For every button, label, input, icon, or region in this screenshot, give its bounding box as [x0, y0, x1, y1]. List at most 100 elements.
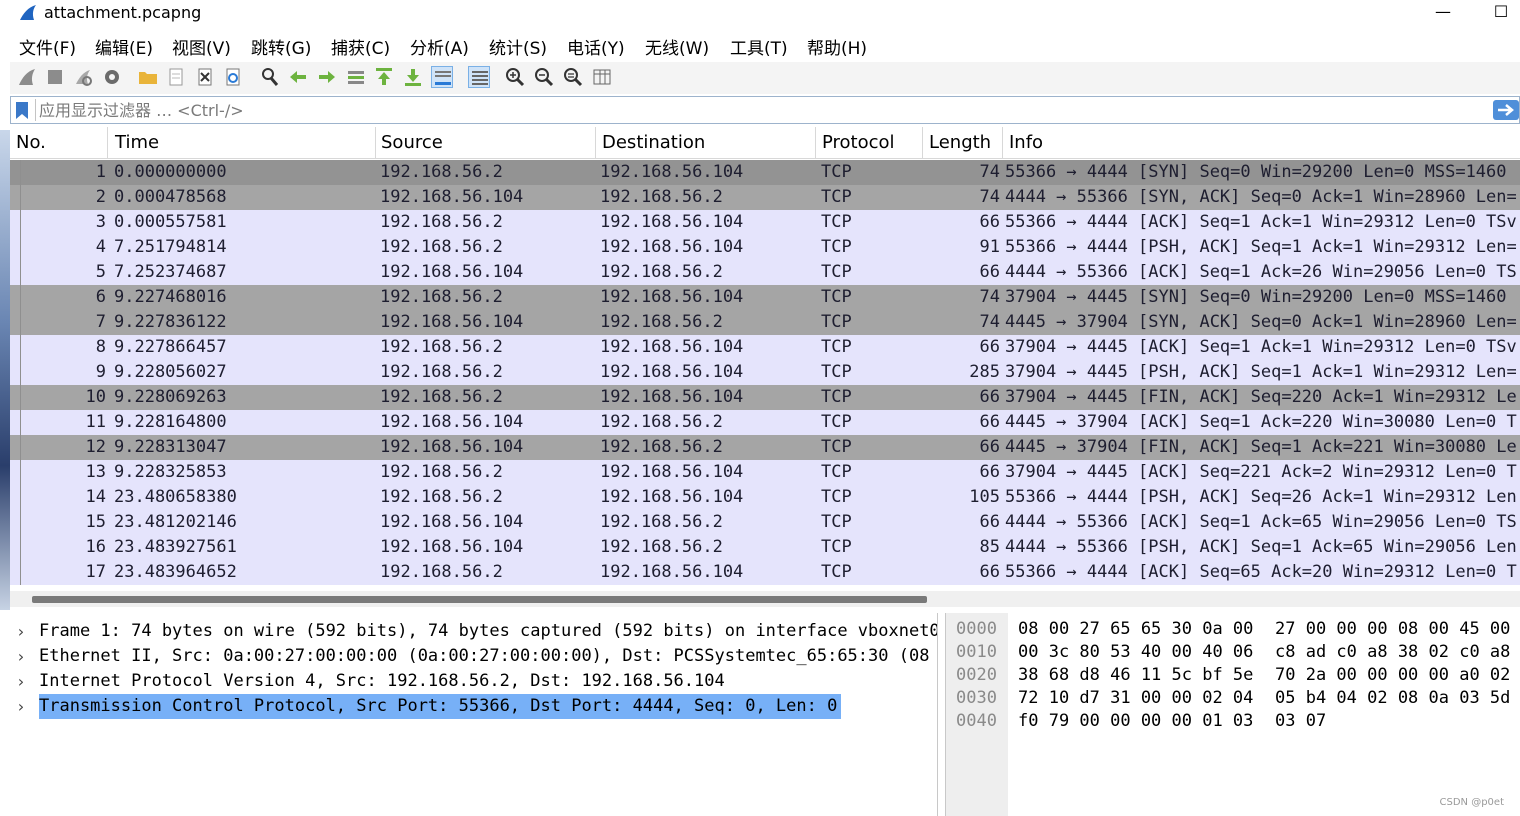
- close-file-icon[interactable]: [194, 66, 216, 88]
- shark-start-icon[interactable]: [16, 66, 38, 88]
- hex-bytes[interactable]: 70 2a 00 00 00 00 a0 02: [1275, 664, 1510, 687]
- zoom-out-icon[interactable]: [533, 66, 555, 88]
- packet-list-hscrollbar[interactable]: [10, 591, 1520, 607]
- cell-info: 55366 → 4444 [PSH, ACK] Seq=1 Ack=1 Win=…: [1005, 237, 1517, 257]
- apply-filter-button[interactable]: [1493, 100, 1519, 120]
- packet-bytes-pane[interactable]: 0000 08 00 27 65 65 30 0a 00 27 00 00 00…: [945, 613, 1520, 816]
- packet-row[interactable]: 5 7.252374687 192.168.56.104 192.168.56.2 TC…: [10, 260, 1520, 285]
- cell-time: 0.000478568: [114, 187, 227, 207]
- zoom-reset-icon[interactable]: [562, 66, 584, 88]
- expand-chevron-icon[interactable]: ›: [16, 644, 26, 669]
- cell-protocol: TCP: [821, 187, 852, 207]
- cell-source: 192.168.56.104: [380, 187, 524, 207]
- packet-row[interactable]: 1 0.000000000 192.168.56.2 192.168.56.104 TC…: [10, 160, 1520, 185]
- menu-view[interactable]: 视图(V): [172, 34, 231, 59]
- maximize-button[interactable]: ☐: [1490, 2, 1512, 24]
- cell-length: 74: [979, 162, 1000, 182]
- hex-bytes[interactable]: 38 68 d8 46 11 5c bf 5e: [1018, 664, 1253, 687]
- menu-edit[interactable]: 编辑(E): [95, 34, 153, 59]
- hex-bytes[interactable]: c8 ad c0 a8 38 02 c0 a8: [1275, 641, 1510, 664]
- packet-row[interactable]: 7 9.227836122 192.168.56.104 192.168.56.2 TC…: [10, 310, 1520, 335]
- cell-no: 12: [85, 437, 106, 457]
- column-header-length[interactable]: Length: [923, 127, 1003, 159]
- menu-bar: 文件(F) 编辑(E) 视图(V) 跳转(G) 捕获(C) 分析(A) 统计(S…: [0, 30, 1520, 60]
- forward-arrow-icon[interactable]: [316, 66, 338, 88]
- menu-capture[interactable]: 捕获(C): [331, 34, 390, 59]
- detail-frame[interactable]: › Frame 1: 74 bytes on wire (592 bits), …: [10, 619, 937, 644]
- restart-icon[interactable]: [72, 66, 94, 88]
- menu-go[interactable]: 跳转(G): [251, 34, 311, 59]
- cell-destination: 192.168.56.104: [600, 562, 744, 582]
- packet-row[interactable]: 10 9.228069263 192.168.56.2 192.168.56.104 T…: [10, 385, 1520, 410]
- bytes-row: 0040 f0 79 00 00 00 00 01 03 03 07: [946, 710, 1520, 733]
- detail-ipv4[interactable]: › Internet Protocol Version 4, Src: 192.…: [10, 669, 937, 694]
- menu-help[interactable]: 帮助(H): [807, 34, 867, 59]
- packet-row[interactable]: 15 23.481202146 192.168.56.104 192.168.56.2…: [10, 510, 1520, 535]
- menu-statistics[interactable]: 统计(S): [489, 34, 547, 59]
- menu-file[interactable]: 文件(F): [19, 34, 76, 59]
- packet-row[interactable]: 11 9.228164800 192.168.56.104 192.168.56.2 T…: [10, 410, 1520, 435]
- column-header-time[interactable]: Time: [109, 127, 376, 159]
- packet-row[interactable]: 17 23.483964652 192.168.56.2 192.168.56.104…: [10, 560, 1520, 585]
- expand-chevron-icon[interactable]: ›: [16, 669, 26, 694]
- column-header-info[interactable]: Info: [1003, 127, 1520, 159]
- first-packet-icon[interactable]: [373, 66, 395, 88]
- column-header-source[interactable]: Source: [375, 127, 596, 159]
- cell-destination: 192.168.56.104: [600, 387, 744, 407]
- hex-bytes[interactable]: f0 79 00 00 00 00 01 03: [1018, 710, 1253, 733]
- packet-row[interactable]: 12 9.228313047 192.168.56.104 192.168.56.2 T…: [10, 435, 1520, 460]
- packet-list[interactable]: No. Time Source Destination Protocol Len…: [10, 127, 1520, 589]
- expand-chevron-icon[interactable]: ›: [16, 694, 26, 719]
- packet-details-pane[interactable]: › Frame 1: 74 bytes on wire (592 bits), …: [10, 613, 938, 816]
- packet-row[interactable]: 9 9.228056027 192.168.56.2 192.168.56.104 TC…: [10, 360, 1520, 385]
- cell-length: 66: [979, 512, 1000, 532]
- cell-source: 192.168.56.104: [380, 537, 524, 557]
- menu-analyze[interactable]: 分析(A): [410, 34, 469, 59]
- packet-row[interactable]: 8 9.227866457 192.168.56.2 192.168.56.104 TC…: [10, 335, 1520, 360]
- minimize-button[interactable]: —: [1432, 2, 1454, 24]
- column-header-destination[interactable]: Destination: [596, 127, 816, 159]
- cell-source: 192.168.56.2: [380, 212, 503, 232]
- hex-bytes[interactable]: 27 00 00 00 08 00 45 00: [1275, 618, 1510, 641]
- expand-chevron-icon[interactable]: ›: [16, 619, 26, 644]
- goto-packet-icon[interactable]: [345, 66, 367, 88]
- packet-row[interactable]: 2 0.000478568 192.168.56.104 192.168.56.2 TC…: [10, 185, 1520, 210]
- scrollbar-thumb[interactable]: [32, 596, 927, 603]
- menu-tools[interactable]: 工具(T): [730, 34, 788, 59]
- save-file-icon[interactable]: [165, 66, 187, 88]
- packet-row[interactable]: 3 0.000557581 192.168.56.2 192.168.56.104 TC…: [10, 210, 1520, 235]
- display-filter-input[interactable]: [39, 98, 1479, 122]
- colorize-icon[interactable]: [468, 66, 490, 88]
- reload-icon[interactable]: [222, 66, 244, 88]
- stop-icon[interactable]: [44, 66, 66, 88]
- menu-wireless[interactable]: 无线(W): [645, 34, 709, 59]
- column-header-protocol[interactable]: Protocol: [816, 127, 923, 159]
- bookmark-icon[interactable]: [15, 101, 29, 120]
- packet-row[interactable]: 4 7.251794814 192.168.56.2 192.168.56.104 TC…: [10, 235, 1520, 260]
- packet-row[interactable]: 6 9.227468016 192.168.56.2 192.168.56.104 TC…: [10, 285, 1520, 310]
- open-folder-icon[interactable]: [137, 66, 159, 88]
- hex-bytes[interactable]: 08 00 27 65 65 30 0a 00: [1018, 618, 1253, 641]
- zoom-in-icon[interactable]: [504, 66, 526, 88]
- hex-bytes[interactable]: 00 3c 80 53 40 00 40 06: [1018, 641, 1253, 664]
- packet-row[interactable]: 14 23.480658380 192.168.56.2 192.168.56.104…: [10, 485, 1520, 510]
- cell-length: 66: [979, 337, 1000, 357]
- detail-tcp[interactable]: › Transmission Control Protocol, Src Por…: [10, 694, 937, 719]
- hex-bytes[interactable]: 05 b4 04 02 08 0a 03 5d: [1275, 687, 1510, 710]
- hex-bytes[interactable]: 03 07: [1275, 710, 1326, 733]
- menu-telephony[interactable]: 电话(Y): [567, 34, 625, 59]
- autoscroll-icon[interactable]: [431, 66, 453, 88]
- hex-bytes[interactable]: 72 10 d7 31 00 00 02 04: [1018, 687, 1253, 710]
- find-icon[interactable]: [259, 66, 281, 88]
- bytes-row: 0000 08 00 27 65 65 30 0a 00 27 00 00 00…: [946, 618, 1520, 641]
- column-header-no[interactable]: No.: [10, 127, 108, 159]
- filter-separator: [35, 99, 36, 121]
- last-packet-icon[interactable]: [402, 66, 424, 88]
- resize-columns-icon[interactable]: [591, 66, 613, 88]
- options-gear-icon[interactable]: [101, 66, 123, 88]
- cell-length: 66: [979, 212, 1000, 232]
- detail-ethernet[interactable]: › Ethernet II, Src: 0a:00:27:00:00:00 (0…: [10, 644, 937, 669]
- packet-row[interactable]: 13 9.228325853 192.168.56.2 192.168.56.104 T…: [10, 460, 1520, 485]
- packet-row[interactable]: 16 23.483927561 192.168.56.104 192.168.56.2…: [10, 535, 1520, 560]
- back-arrow-icon[interactable]: [287, 66, 309, 88]
